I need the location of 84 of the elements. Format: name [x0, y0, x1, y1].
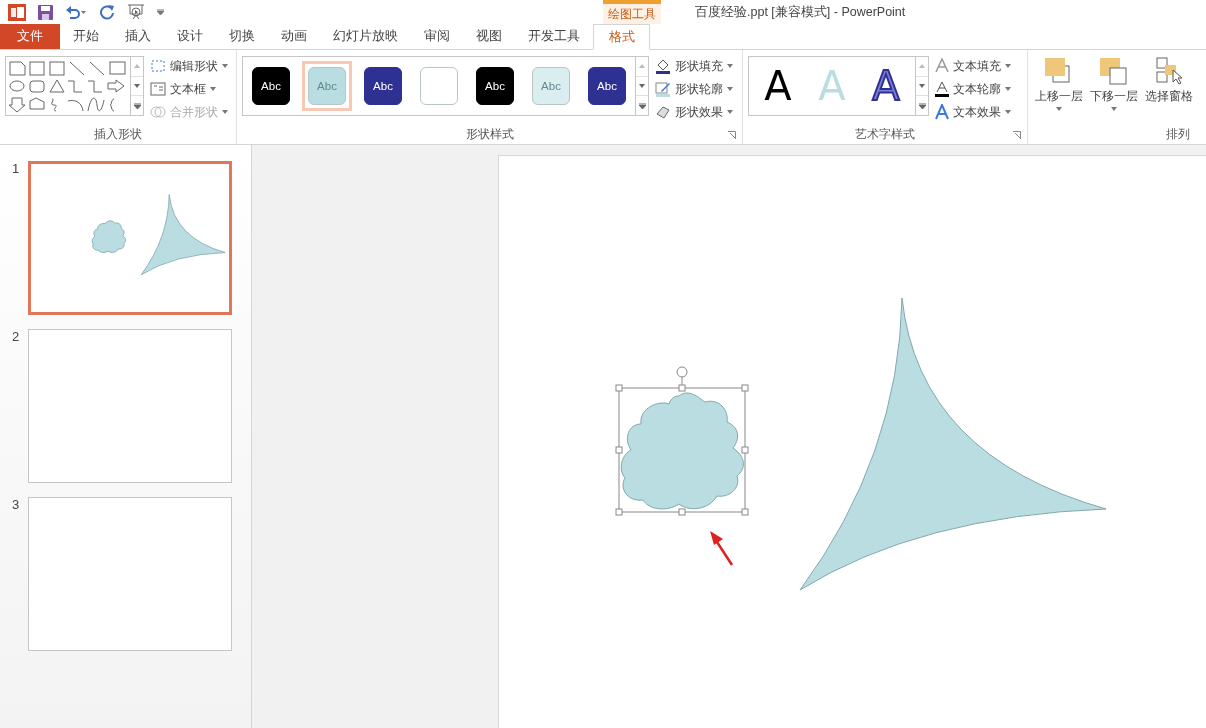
ribbon-button[interactable]: 形状填充 [655, 56, 733, 76]
context-tab-group-label: 绘图工具 [603, 0, 661, 24]
slide-thumbnail[interactable] [28, 329, 232, 483]
dropdown-caret-icon[interactable] [1056, 107, 1062, 111]
down-arrow-icon [134, 84, 140, 88]
wordart-style[interactable]: A [859, 63, 913, 109]
merge-shapes-icon [150, 105, 166, 119]
ribbon-tab[interactable]: 格式 [593, 24, 650, 50]
dropdown-caret-icon[interactable] [727, 110, 733, 114]
swatch-selection-frame[interactable]: Abc [358, 61, 408, 111]
dropdown-caret-icon[interactable] [210, 87, 216, 91]
save-icon[interactable] [38, 4, 53, 20]
ribbon-tab[interactable]: 幻灯片放映 [320, 24, 411, 49]
edit-points-icon [150, 59, 166, 73]
up-arrow-icon [639, 64, 645, 69]
undo-icon[interactable] [65, 5, 87, 19]
down-arrow-icon [919, 84, 925, 88]
ribbon-tab[interactable]: 开发工具 [515, 24, 593, 49]
redo-icon[interactable] [99, 4, 115, 20]
ribbon-button[interactable]: 上移一层 [1033, 56, 1085, 111]
ribbon-tab[interactable]: 插入 [112, 24, 164, 49]
paint-bucket-icon [655, 58, 671, 74]
ribbon-button[interactable]: 文本填充 [935, 56, 1011, 76]
expand-icon [133, 102, 141, 109]
powerpoint-logo-icon [8, 3, 26, 21]
up-arrow-icon [134, 64, 140, 69]
slide-number: 1 [12, 161, 21, 176]
ribbon-tab[interactable]: 文件 [0, 24, 60, 49]
ribbon-tab[interactable]: 开始 [60, 24, 112, 49]
dropdown-caret-icon[interactable] [727, 64, 733, 68]
dropdown-caret-icon[interactable] [1005, 87, 1011, 91]
text-outline-icon [935, 81, 949, 97]
pencil-icon [655, 81, 671, 97]
style-swatch[interactable]: Abc [252, 67, 290, 105]
send-backward-icon [1098, 56, 1130, 86]
annotation-arrow [710, 531, 734, 566]
group-label: 艺术字样式 [743, 124, 1027, 144]
ribbon-button[interactable]: 文本框 [150, 79, 228, 99]
down-arrow-icon [639, 84, 645, 88]
dropdown-caret-icon[interactable] [222, 64, 228, 68]
ribbon-tab[interactable]: 动画 [268, 24, 320, 49]
slide-number: 3 [12, 497, 21, 512]
shape-effect-icon [655, 104, 671, 120]
customize-caret-icon[interactable] [157, 9, 164, 15]
ribbon-button[interactable]: 文本轮廓 [935, 79, 1011, 99]
ribbon-button[interactable]: 文本效果 [935, 102, 1011, 122]
presentation-icon[interactable] [127, 4, 145, 20]
window-title: 百度经验.ppt [兼容模式] - PowerPoint [695, 3, 906, 21]
swatch-selection-frame[interactable]: Abc [470, 61, 520, 111]
wordart-style[interactable]: A [751, 63, 805, 109]
dropdown-caret-icon[interactable] [1111, 107, 1117, 111]
ribbon-button[interactable]: 编辑形状 [150, 56, 228, 76]
slide-thumbnail[interactable] [28, 497, 232, 651]
ribbon-button[interactable]: 形状轮廓 [655, 79, 733, 99]
slide-number: 2 [12, 329, 21, 344]
group-label: 形状样式 [237, 124, 742, 144]
style-swatch[interactable] [420, 67, 458, 105]
dropdown-caret-icon[interactable] [727, 87, 733, 91]
shapes-gallery-drawing[interactable] [8, 59, 128, 113]
ribbon-button[interactable]: 下移一层 [1088, 56, 1140, 111]
ribbon-tab[interactable]: 设计 [164, 24, 216, 49]
dropdown-caret-icon[interactable] [1005, 64, 1011, 68]
swatch-selection-frame[interactable]: Abc [246, 61, 296, 111]
ribbon-button[interactable]: 形状效果 [655, 102, 733, 122]
style-swatch[interactable]: Abc [364, 67, 402, 105]
selection-pane-icon [1153, 56, 1185, 86]
text-box-icon [150, 82, 166, 96]
up-arrow-icon [919, 64, 925, 69]
dialog-launcher-icon[interactable] [728, 131, 736, 139]
group-label: 插入形状 [93, 125, 143, 143]
expand-icon [638, 102, 646, 109]
expand-icon [918, 102, 926, 109]
dialog-launcher-icon[interactable] [1013, 131, 1021, 139]
group-label: 排列 [1165, 125, 1191, 143]
dropdown-caret-icon[interactable] [1005, 110, 1011, 114]
swatch-selection-frame[interactable]: Abc [582, 61, 632, 111]
ribbon-tab[interactable]: 审阅 [411, 24, 463, 49]
style-swatch[interactable]: Abc [476, 67, 514, 105]
ribbon-button[interactable]: 选择窗格 [1143, 56, 1195, 105]
ribbon-tab[interactable]: 视图 [463, 24, 515, 49]
text-fill-icon [935, 58, 949, 74]
style-swatch[interactable]: Abc [588, 67, 626, 105]
ribbon-tab[interactable]: 切换 [216, 24, 268, 49]
text-effect-icon [935, 104, 949, 120]
